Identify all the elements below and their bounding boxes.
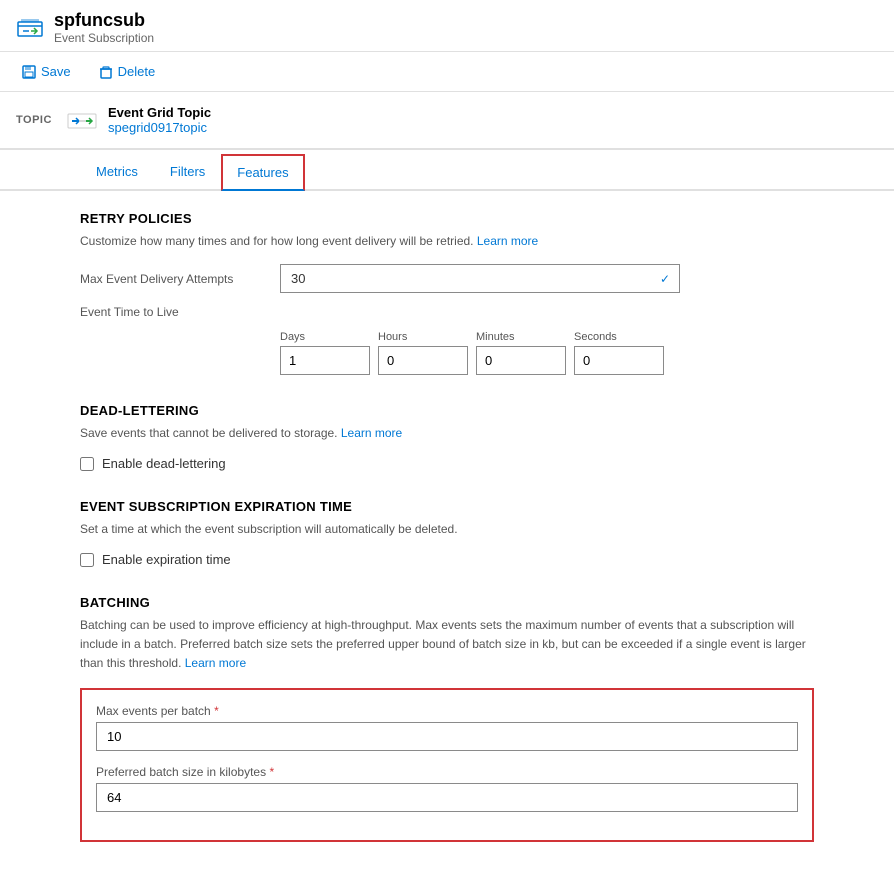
topic-type: Event Grid Topic [108, 105, 211, 120]
retry-policies-title: RETRY POLICIES [80, 211, 814, 226]
tab-filters[interactable]: Filters [154, 154, 221, 189]
batch-size-group: Preferred batch size in kilobytes * [96, 765, 798, 812]
event-grid-topic-icon [66, 104, 98, 136]
expiration-checkbox-label[interactable]: Enable expiration time [102, 552, 231, 567]
dead-lettering-checkbox[interactable] [80, 457, 94, 471]
max-delivery-label: Max Event Delivery Attempts [80, 272, 280, 286]
dead-lettering-title: DEAD-LETTERING [80, 403, 814, 418]
save-button[interactable]: Save [16, 60, 77, 83]
tab-metrics[interactable]: Metrics [80, 154, 154, 189]
minutes-input[interactable] [476, 346, 566, 375]
max-delivery-row: Max Event Delivery Attempts 30 ✓ [80, 264, 814, 293]
save-label: Save [41, 64, 71, 79]
max-events-required: * [214, 704, 219, 718]
tab-features[interactable]: Features [221, 154, 304, 191]
minutes-label: Minutes [476, 331, 566, 343]
delete-button[interactable]: Delete [93, 60, 162, 83]
dead-lettering-checkbox-row: Enable dead-lettering [80, 456, 814, 471]
expiration-checkbox-row: Enable expiration time [80, 552, 814, 567]
days-input[interactable] [280, 346, 370, 375]
batching-learn-more[interactable]: Learn more [185, 656, 246, 670]
topic-info: Event Grid Topic spegrid0917topic [108, 105, 211, 135]
delete-label: Delete [118, 64, 156, 79]
page-title: spfuncsub [54, 10, 154, 31]
expiration-checkbox[interactable] [80, 553, 94, 567]
hours-input[interactable] [378, 346, 468, 375]
seconds-label: Seconds [574, 331, 664, 343]
batching-title: BATCHING [80, 595, 814, 610]
topic-section: TOPIC Event Grid Topic spegrid0917topic [0, 92, 894, 149]
minutes-group: Minutes [476, 331, 566, 375]
batching-fields-highlighted: Max events per batch * Preferred batch s… [80, 688, 814, 842]
save-icon [22, 65, 36, 79]
event-subscription-icon [16, 14, 44, 42]
time-fields: Days Hours Minutes Seconds [280, 331, 814, 375]
dead-lettering-learn-more[interactable]: Learn more [341, 426, 402, 440]
hours-label: Hours [378, 331, 468, 343]
max-events-input[interactable] [96, 722, 798, 751]
seconds-input[interactable] [574, 346, 664, 375]
toolbar: Save Delete [0, 52, 894, 92]
batching-section: BATCHING Batching can be used to improve… [80, 595, 814, 842]
dead-lettering-checkbox-label[interactable]: Enable dead-lettering [102, 456, 226, 471]
topic-label: TOPIC [16, 114, 56, 126]
expiration-title: EVENT SUBSCRIPTION EXPIRATION TIME [80, 499, 814, 514]
delete-icon [99, 65, 113, 79]
batching-desc: Batching can be used to improve efficien… [80, 616, 814, 674]
batch-size-label: Preferred batch size in kilobytes * [96, 765, 798, 779]
max-delivery-select[interactable]: 30 [280, 264, 680, 293]
batch-size-required: * [269, 765, 274, 779]
batch-size-input[interactable] [96, 783, 798, 812]
topic-link[interactable]: spegrid0917topic [108, 120, 207, 135]
dead-lettering-section: DEAD-LETTERING Save events that cannot b… [80, 403, 814, 471]
retry-policies-desc: Customize how many times and for how lon… [80, 232, 814, 250]
expiration-desc: Set a time at which the event subscripti… [80, 520, 814, 538]
retry-learn-more[interactable]: Learn more [477, 234, 538, 248]
retry-policies-section: RETRY POLICIES Customize how many times … [80, 211, 814, 375]
days-label: Days [280, 331, 370, 343]
max-delivery-select-wrapper: 30 ✓ [280, 264, 680, 293]
seconds-group: Seconds [574, 331, 664, 375]
tab-bar: Metrics Filters Features [0, 154, 894, 191]
max-events-label: Max events per batch * [96, 704, 798, 718]
dead-lettering-desc: Save events that cannot be delivered to … [80, 424, 814, 442]
expiration-section: EVENT SUBSCRIPTION EXPIRATION TIME Set a… [80, 499, 814, 567]
hours-group: Hours [378, 331, 468, 375]
time-to-live-label: Event Time to Live [80, 305, 280, 319]
max-events-group: Max events per batch * [96, 704, 798, 751]
page-header: spfuncsub Event Subscription [0, 0, 894, 52]
page-subtitle: Event Subscription [54, 31, 154, 45]
main-content: RETRY POLICIES Customize how many times … [0, 191, 894, 890]
time-to-live-label-row: Event Time to Live [80, 305, 814, 319]
days-group: Days [280, 331, 370, 375]
